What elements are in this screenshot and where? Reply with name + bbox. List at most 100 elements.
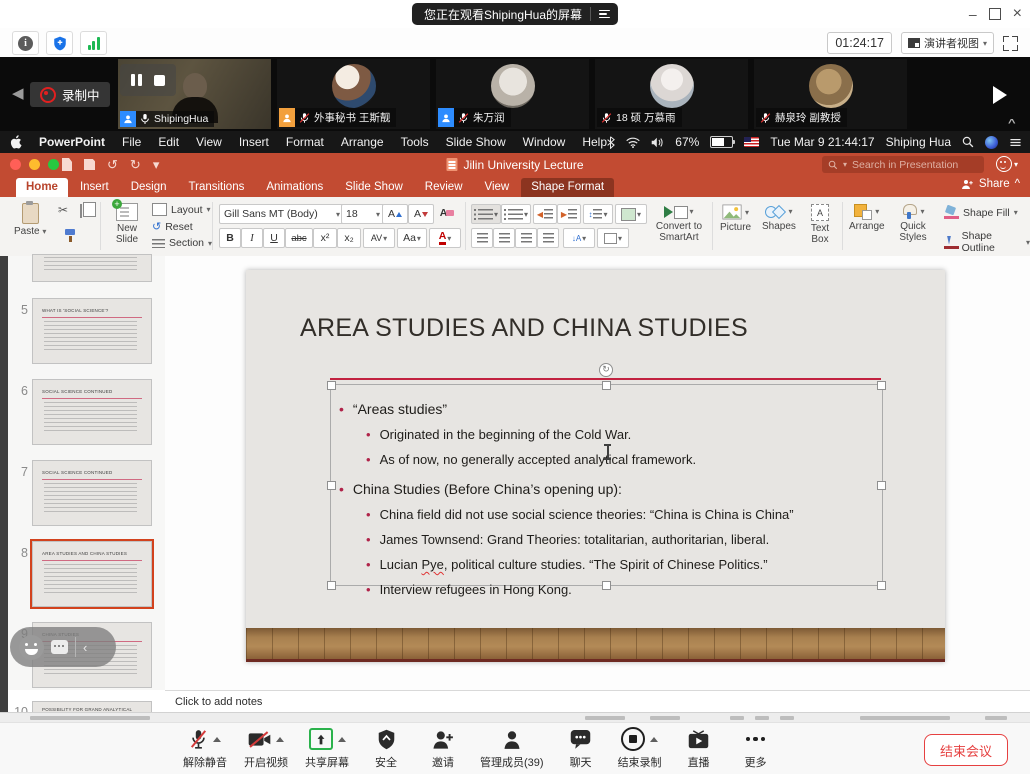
siri-icon[interactable] — [985, 136, 998, 149]
feedback-smiley-button[interactable]: ▾ — [996, 156, 1018, 172]
new-document-icon[interactable] — [62, 158, 72, 171]
presentation-search-box[interactable]: ▾ Search in Presentation — [822, 156, 984, 173]
align-text-button[interactable]: ▾ — [597, 228, 629, 248]
copy-button[interactable] — [80, 204, 82, 218]
tab-review[interactable]: Review — [415, 178, 473, 197]
menu-edit[interactable]: Edit — [158, 135, 179, 149]
tab-slideshow[interactable]: Slide Show — [335, 178, 413, 197]
reactions-smiley-icon[interactable] — [19, 635, 44, 660]
customize-toolbar-icon[interactable]: ▾ — [153, 158, 160, 171]
shapes-button[interactable]: ▾ Shapes — [762, 204, 796, 232]
end-meeting-button[interactable]: 结束会议 — [924, 734, 1008, 766]
input-language-flag-icon[interactable] — [744, 137, 759, 147]
picture-button[interactable]: ▾ Picture — [720, 204, 751, 233]
numbering-button[interactable]: ▾ — [501, 204, 531, 224]
undo-icon[interactable]: ↺ — [107, 158, 118, 171]
columns-button[interactable]: ▾ — [615, 204, 647, 224]
tab-home[interactable]: Home — [16, 178, 68, 197]
maximize-button[interactable] — [989, 8, 1001, 20]
share-screen-button[interactable]: 共享屏幕 — [305, 727, 349, 770]
save-icon[interactable] — [84, 159, 95, 170]
collapse-ribbon-icon[interactable]: ^ — [1015, 178, 1020, 190]
connection-quality-button[interactable] — [80, 31, 107, 55]
video-tile-waijimishu[interactable]: 外事秘书 王斯靓 — [277, 59, 430, 129]
collapse-panel-icon[interactable]: ‹ — [83, 640, 87, 655]
character-spacing-button[interactable]: AV▾ — [363, 228, 395, 248]
video-tile-hequanling[interactable]: 赫泉玲 副教授 — [754, 59, 907, 129]
justify-button[interactable] — [537, 228, 559, 248]
thumbnail-slide-8-selected[interactable]: AREA STUDIES AND CHINA STUDIES — [32, 541, 152, 607]
thumbnail-slide-5[interactable]: WHAT IS 'SOCIAL SCIENCE'? — [32, 298, 152, 364]
redo-icon[interactable]: ↻ — [130, 158, 141, 171]
menu-format[interactable]: Format — [286, 135, 324, 149]
cut-button[interactable]: ✂ — [58, 203, 68, 217]
strip-collapse-left-icon[interactable]: ◀ — [12, 84, 24, 102]
quick-styles-button[interactable]: ▾ Quick Styles — [896, 204, 930, 243]
close-window-button[interactable] — [10, 159, 21, 170]
menu-powerpoint[interactable]: PowerPoint — [39, 135, 105, 149]
minimize-window-button[interactable] — [29, 159, 40, 170]
video-tile-wanmuyu[interactable]: 18 硕 万慕雨 — [595, 59, 748, 129]
increase-indent-button[interactable]: ▶ — [557, 204, 581, 224]
menu-insert[interactable]: Insert — [239, 135, 269, 149]
strip-next-page-icon[interactable] — [993, 86, 1007, 104]
underline-button[interactable]: U — [263, 228, 285, 248]
clear-formatting-button[interactable]: A — [436, 204, 458, 222]
tab-design[interactable]: Design — [121, 178, 177, 197]
share-options-caret-icon[interactable] — [338, 737, 346, 742]
fullscreen-button[interactable] — [1003, 36, 1018, 51]
screen-share-title-pill[interactable]: 您正在观看ShipingHua的屏幕 — [412, 3, 618, 25]
arrange-button[interactable]: ▾ Arrange — [849, 204, 885, 232]
menu-tools[interactable]: Tools — [401, 135, 429, 149]
tab-transitions[interactable]: Transitions — [179, 178, 255, 197]
reset-button[interactable]: ↺ Reset — [152, 220, 193, 233]
stop-recording-toolbar-button[interactable]: 结束录制 — [618, 727, 662, 770]
minimize-button[interactable]: – — [969, 6, 977, 22]
strip-collapse-up-icon[interactable]: ^ — [1008, 117, 1016, 129]
slide-body-text[interactable]: •“Areas studies” •Originated in the begi… — [330, 392, 890, 607]
reactions-floating-panel[interactable]: ‹ — [10, 627, 116, 667]
menu-help[interactable]: Help — [582, 135, 607, 149]
tab-view[interactable]: View — [475, 178, 520, 197]
strikethrough-button[interactable]: abc — [285, 228, 313, 248]
encryption-shield-button[interactable] — [46, 31, 73, 55]
rotation-handle[interactable]: ↻ — [599, 363, 613, 377]
notes-pane[interactable]: Click to add notes — [165, 690, 1030, 713]
invite-button[interactable]: 邀请 — [423, 727, 463, 770]
speaker-view-button[interactable]: 演讲者视图 ▾ — [901, 32, 994, 54]
font-name-combo[interactable]: Gill Sans MT (Body)▾ — [219, 204, 345, 224]
menu-file[interactable]: File — [122, 135, 141, 149]
grow-font-button[interactable]: A — [382, 204, 408, 224]
superscript-button[interactable]: x² — [313, 228, 337, 248]
pause-recording-button[interactable] — [131, 74, 142, 86]
italic-button[interactable]: I — [241, 228, 263, 248]
bullets-button[interactable]: ▾ — [471, 204, 501, 224]
share-button[interactable]: Share — [979, 178, 1010, 190]
more-button[interactable]: 更多 — [736, 727, 776, 770]
bold-button[interactable]: B — [219, 228, 241, 248]
menu-slideshow[interactable]: Slide Show — [446, 135, 506, 149]
video-options-caret-icon[interactable] — [276, 737, 284, 742]
slide-title[interactable]: AREA STUDIES AND CHINA STUDIES — [300, 314, 748, 343]
layout-button[interactable]: Layout▾ — [152, 203, 211, 216]
line-spacing-button[interactable]: ↕▾ — [583, 204, 613, 224]
volume-icon[interactable] — [651, 137, 664, 148]
record-options-caret-icon[interactable] — [650, 737, 658, 742]
thumbnail-slide-6[interactable]: SOCIAL SCIENCE CONTINUED — [32, 379, 152, 445]
change-case-button[interactable]: Aa▾ — [397, 228, 427, 248]
tab-shape-format[interactable]: Shape Format — [521, 178, 614, 197]
chat-bubble-icon[interactable] — [51, 640, 68, 654]
convert-smartart-button[interactable]: ▾ Convert to SmartArt — [653, 204, 705, 243]
decrease-indent-button[interactable]: ◀ — [533, 204, 557, 224]
tab-insert[interactable]: Insert — [70, 178, 119, 197]
bluetooth-icon[interactable] — [606, 136, 615, 149]
text-box-button[interactable]: A Text Box — [806, 204, 834, 245]
subscript-button[interactable]: x₂ — [337, 228, 361, 248]
new-slide-button[interactable]: + New Slide — [108, 203, 146, 245]
align-left-button[interactable] — [471, 228, 493, 248]
mic-options-caret-icon[interactable] — [213, 737, 221, 742]
share-options-icon[interactable] — [599, 10, 610, 19]
menu-view[interactable]: View — [196, 135, 222, 149]
section-button[interactable]: Section▾ — [152, 237, 212, 249]
wifi-icon[interactable] — [626, 137, 640, 148]
